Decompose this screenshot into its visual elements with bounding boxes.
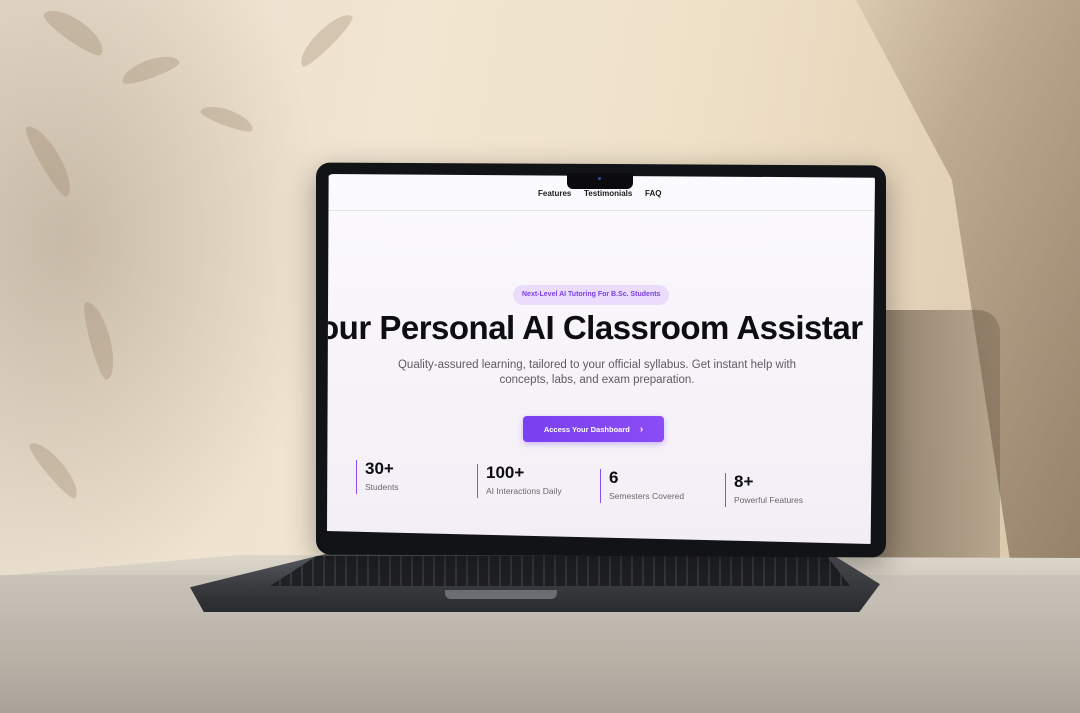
cta-label: Access Your Dashboard [543,424,630,434]
camera-icon [598,177,601,180]
nav-link-testimonials[interactable]: Testimonials [584,189,632,198]
plant-shadow [0,0,330,600]
hero-badge: Next-Level AI Tutoring For B.Sc. Student… [513,285,670,305]
chevron-right-icon: › [639,423,644,435]
camera-notch [567,173,633,189]
stat-students: 30+ Students [356,460,399,494]
stat-label: Powerful Features [734,495,803,505]
stat-value: 8+ [734,472,754,491]
stat-label: AI Interactions Daily [486,486,562,496]
laptop-screen: Features Testimonials FAQ Next-Level AI … [327,174,875,544]
stat-value: 6 [609,468,619,487]
stat-value: 100+ [486,463,525,482]
stat-label: Semesters Covered [609,491,685,501]
laptop-keyboard [270,556,850,586]
stat-ai-interactions: 100+ AI Interactions Daily [477,464,562,498]
access-dashboard-button[interactable]: Access Your Dashboard › [523,416,664,442]
stat-label: Students [365,482,399,492]
hero-title: our Personal AI Classroom Assistar [327,309,863,346]
hero-subtitle: Quality-assured learning, tailored to yo… [397,359,797,386]
stat-semesters: 6 Semesters Covered [600,469,684,503]
nav-link-faq[interactable]: FAQ [645,189,661,198]
stat-value: 30+ [365,459,394,478]
laptop-trackpad [445,590,557,599]
nav-link-features[interactable]: Features [538,189,571,198]
block-shadow [870,310,1000,580]
stat-features: 8+ Powerful Features [725,473,803,507]
